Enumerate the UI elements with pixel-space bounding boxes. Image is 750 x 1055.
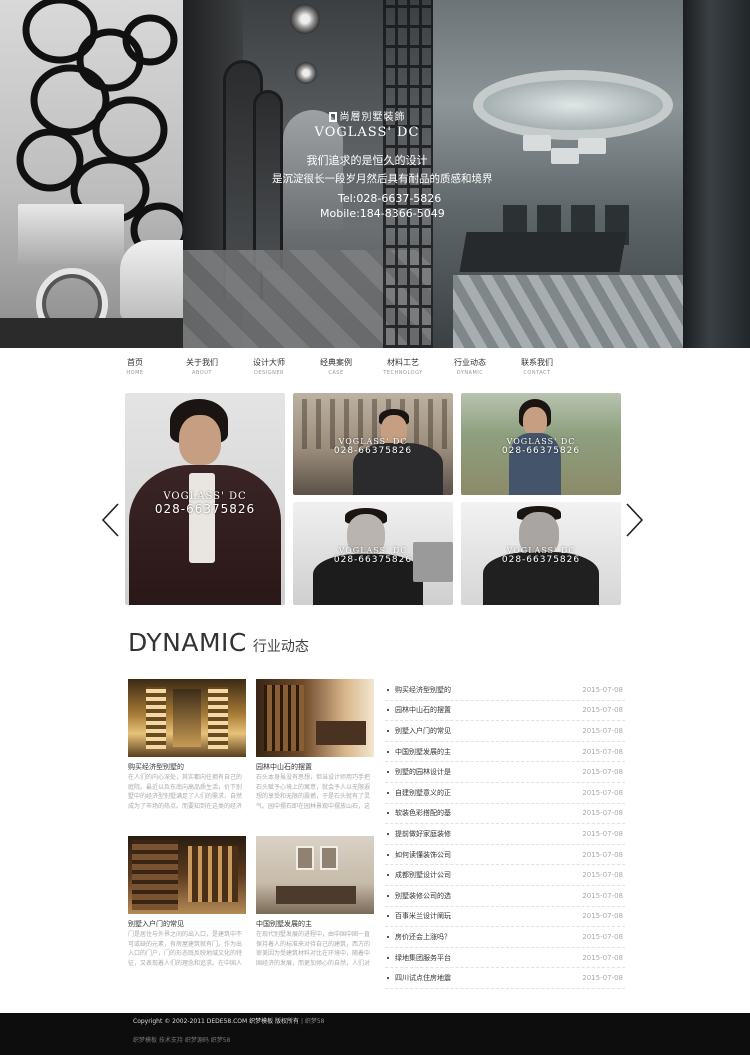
main-nav: 首页 HOME 关于我们 ABOUT 设计大师 DESIGNER 经典案例 CA…	[102, 355, 672, 385]
list-item[interactable]: 绿地集团服务平台 2015-07-08	[385, 948, 625, 969]
bullet-icon	[387, 812, 389, 815]
list-item[interactable]: 中国别墅发展的主 2015-07-08	[385, 742, 625, 763]
news-card-title: 购买经济型别墅的	[128, 763, 184, 771]
nav-item-dynamic[interactable]: 行业动态 DYNAMIC	[437, 355, 503, 385]
pendant-lamp-icon	[578, 138, 606, 154]
news-card-desc: 石头本身虽没有思想，但当设计师用巧手把石头赋予心境上的寓意，就会予人以无限遐想的…	[256, 774, 371, 810]
bullet-icon	[387, 791, 389, 794]
news-list: 购买经济型别墅的 2015-07-08 园林中山石的摆置 2015-07-08 别墅…	[385, 680, 625, 989]
bullet-icon	[387, 853, 389, 856]
bullet-icon	[387, 750, 389, 753]
designer-photo-5[interactable]: VOGLASS' DC 028-66375826	[461, 502, 621, 605]
section-title-cn: 行业动态	[252, 639, 309, 655]
footer-links[interactable]: 织梦模板 技术支持 织梦源码 织梦58	[133, 1035, 230, 1044]
nav-item-case[interactable]: 经典案例 CASE	[303, 355, 369, 385]
designer-photo-4[interactable]: VOGLASS' DC 028-66375826	[293, 502, 453, 605]
list-item[interactable]: 房价还会上涨吗？ 2015-07-08	[385, 927, 625, 948]
brand-telephone: Tel:028-6637-5826	[338, 192, 442, 205]
brand-block: 尚層別墅裝飾 VOGLASS' DC 我们追求的是恒久的设计 是沉淀很长一段岁月…	[272, 108, 493, 220]
news-thumbnail	[128, 836, 246, 914]
bullet-icon	[387, 771, 389, 774]
news-card[interactable]: 别墅入户门的常见 门是居住与外界之间的出入口，是建筑中不可或缺的元素，有房屋建筑…	[128, 836, 246, 968]
nav-item-contact[interactable]: 联系我们 CONTACT	[504, 355, 570, 385]
bullet-icon	[387, 915, 389, 918]
footer-copyright: Copyright © 2002-2011 DEDE58.COM 织梦模板 版权…	[133, 1018, 325, 1025]
section-title: DYNAMIC 行业动态	[128, 628, 309, 664]
news-card-desc: 在人们的内心深处，其实都向往拥有自己的庭院。最近以及东南向高品质生活，价下别墅中…	[128, 774, 243, 810]
lamp-shade	[18, 204, 124, 264]
hero-banner: 尚層別墅裝飾 VOGLASS' DC 我们追求的是恒久的设计 是沉淀很长一段岁月…	[0, 0, 750, 348]
bullet-icon	[387, 977, 389, 980]
news-card[interactable]: 园林中山石的摆置 石头本身虽没有思想，但当设计师用巧手把石头赋予心境上的寓意，就…	[256, 679, 374, 811]
designer-gallery: VOGLASS' DC 028-66375826 VOGLASS' DC 028…	[0, 390, 750, 608]
news-card[interactable]: 购买经济型别墅的 在人们的内心深处，其实都向往拥有自己的庭院。最近以及东南向高品…	[128, 679, 246, 811]
news-card-title: 园林中山石的摆置	[256, 763, 312, 771]
photo-watermark: VOGLASS' DC 028-66375826	[333, 437, 413, 456]
ceiling-dome	[473, 70, 673, 140]
designer-photo-3[interactable]: VOGLASS' DC 028-66375826	[461, 393, 621, 495]
photo-watermark: VOGLASS' DC 028-66375826	[333, 546, 413, 565]
bullet-icon	[387, 688, 389, 691]
pendant-lamp-icon	[523, 135, 551, 151]
designer-photo-2[interactable]: VOGLASS' DC 028-66375826	[293, 393, 453, 495]
banner-photo-left	[0, 0, 183, 348]
brand-logo-text: VOGLASS' DC	[314, 125, 420, 140]
news-card-desc: 门是居住与外界之间的出入口，是建筑中不可或缺的元素，有房屋建筑就有门。作为出入口…	[128, 931, 243, 967]
list-item[interactable]: 自建别墅意义的正 2015-07-08	[385, 783, 625, 804]
chevron-right-icon	[626, 503, 644, 537]
chandelier-icon	[295, 62, 317, 84]
gallery-next-button[interactable]	[625, 502, 645, 538]
list-item[interactable]: 购买经济型别墅的 2015-07-08	[385, 680, 625, 701]
chevron-left-icon	[101, 503, 119, 537]
nav-item-about[interactable]: 关于我们 ABOUT	[169, 355, 235, 385]
designer-photo-featured[interactable]: VOGLASS' DC 028-66375826	[125, 393, 285, 605]
photo-watermark: VOGLASS' DC 028-66375826	[154, 491, 256, 516]
bullet-icon	[387, 956, 389, 959]
footer: Copyright © 2002-2011 DEDE58.COM 织梦模板 版权…	[0, 1013, 750, 1055]
brand-mobile: Mobile:184-8366-5049	[320, 207, 445, 220]
bullet-icon	[387, 709, 389, 712]
section-title-en: DYNAMIC	[128, 628, 247, 657]
news-thumbnail	[128, 679, 246, 757]
list-item[interactable]: 别墅的园林设计是 2015-07-08	[385, 762, 625, 783]
footer-link-dede58[interactable]: | 织梦58	[301, 1018, 325, 1025]
bullet-icon	[387, 729, 389, 732]
list-item[interactable]: 成都别墅设计公司 2015-07-08	[385, 865, 625, 886]
bullet-icon	[387, 832, 389, 835]
bullet-icon	[387, 894, 389, 897]
billiard-table	[459, 232, 627, 272]
news-thumbnail	[256, 679, 374, 757]
list-item[interactable]: 四川试点住房地震 2015-07-08	[385, 968, 625, 989]
news-card-title: 中国别墅发展的主	[256, 920, 312, 928]
brand-tagline-secondary: 是沉淀很长一段岁月然后具有耐品的质感和境界	[272, 173, 493, 185]
pendant-lamp-icon	[551, 148, 579, 164]
photo-watermark: VOGLASS' DC 028-66375826	[501, 546, 581, 565]
news-card[interactable]: 中国别墅发展的主 在现代别墅发展的进程中，由中国中国一直保持着人的标准来对待自己…	[256, 836, 374, 968]
nav-item-designer[interactable]: 设计大师 DESIGNER	[236, 355, 302, 385]
brand-logo-mark: 尚層別墅裝飾	[272, 108, 462, 123]
patterned-rug	[453, 275, 683, 348]
photo-watermark: VOGLASS' DC 028-66375826	[501, 437, 581, 456]
news-card-title: 别墅入户门的常见	[128, 920, 184, 928]
list-item[interactable]: 百事米兰设计阐玩 2015-07-08	[385, 907, 625, 928]
list-item[interactable]: 园林中山石的摆置 2015-07-08	[385, 701, 625, 722]
gallery-prev-button[interactable]	[100, 502, 120, 538]
list-item[interactable]: 如何读懂装饰公司 2015-07-08	[385, 845, 625, 866]
list-item[interactable]: 软装色彩搭配的基 2015-07-08	[385, 804, 625, 825]
list-item[interactable]: 别墅入户门的常见 2015-07-08	[385, 721, 625, 742]
news-card-desc: 在现代别墅发展的进程中，由中国中国一直保持着人的标准来对待自己的建筑，西方的审美…	[256, 931, 371, 967]
nav-item-technology[interactable]: 材料工艺 TECHNOLOGY	[370, 355, 436, 385]
chandelier-icon	[290, 4, 320, 34]
bullet-icon	[387, 935, 389, 938]
white-chair	[120, 240, 183, 320]
bullet-icon	[387, 874, 389, 877]
brand-tagline: 我们追求的是恒久的设计	[306, 154, 428, 167]
news-thumbnail	[256, 836, 374, 914]
list-item[interactable]: 别墅装修公司的选 2015-07-08	[385, 886, 625, 907]
list-item[interactable]: 提前做好家庭装修 2015-07-08	[385, 824, 625, 845]
nav-item-home[interactable]: 首页 HOME	[102, 355, 168, 385]
glass-wall	[683, 0, 750, 348]
